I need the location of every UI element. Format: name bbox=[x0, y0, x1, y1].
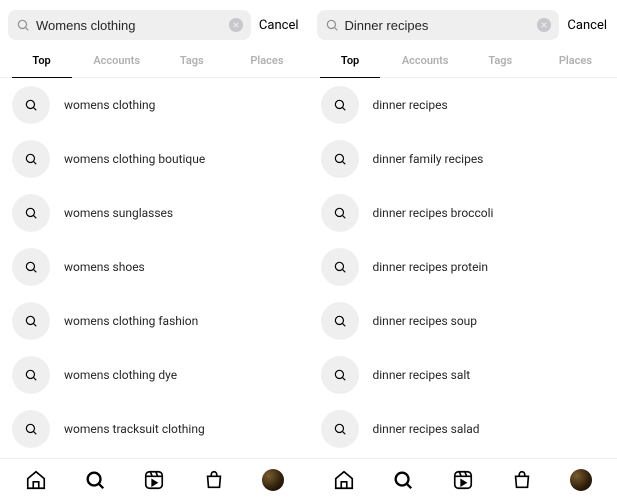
shop-icon bbox=[511, 469, 533, 491]
search-icon bbox=[325, 18, 339, 32]
tab-top[interactable]: Top bbox=[313, 46, 388, 77]
search-icon bbox=[12, 410, 50, 448]
tab-tags[interactable]: Tags bbox=[154, 46, 229, 77]
list-item[interactable]: womens clothing fashion bbox=[0, 294, 309, 348]
nav-search[interactable] bbox=[391, 468, 415, 492]
search-icon bbox=[12, 248, 50, 286]
result-label: womens tracksuit clothing bbox=[64, 422, 205, 436]
cancel-button[interactable]: Cancel bbox=[567, 18, 609, 33]
result-label: dinner recipes bbox=[373, 98, 448, 112]
search-icon bbox=[321, 248, 359, 286]
tab-top[interactable]: Top bbox=[4, 46, 79, 77]
reels-icon bbox=[452, 469, 474, 491]
nav-shop[interactable] bbox=[202, 468, 226, 492]
cancel-button[interactable]: Cancel bbox=[259, 18, 301, 33]
result-label: dinner recipes protein bbox=[373, 260, 489, 274]
search-box[interactable] bbox=[317, 10, 560, 40]
shop-icon bbox=[203, 469, 225, 491]
result-label: dinner recipes salt bbox=[373, 368, 471, 382]
nav-home[interactable] bbox=[332, 468, 356, 492]
list-item[interactable]: dinner recipes salt bbox=[309, 348, 617, 402]
profile-avatar-icon bbox=[262, 469, 284, 491]
profile-avatar-icon bbox=[570, 469, 592, 491]
list-item[interactable]: womens tracksuit clothing bbox=[0, 402, 309, 456]
nav-reels[interactable] bbox=[451, 468, 475, 492]
list-item[interactable]: womens shoes bbox=[0, 240, 309, 294]
list-item[interactable]: dinner recipes salad bbox=[309, 402, 617, 456]
result-label: womens clothing dye bbox=[64, 368, 177, 382]
tab-accounts[interactable]: Accounts bbox=[79, 46, 154, 77]
result-label: dinner recipes salad bbox=[373, 422, 480, 436]
tab-tags[interactable]: Tags bbox=[463, 46, 538, 77]
tab-accounts[interactable]: Accounts bbox=[388, 46, 463, 77]
clear-icon[interactable] bbox=[537, 18, 551, 32]
search-input[interactable] bbox=[345, 18, 532, 33]
result-label: womens shoes bbox=[64, 260, 145, 274]
list-item[interactable]: dinner family recipes bbox=[309, 132, 617, 186]
search-icon bbox=[12, 194, 50, 232]
tab-places[interactable]: Places bbox=[538, 46, 613, 77]
search-icon bbox=[16, 18, 30, 32]
results-list: womens clothing womens clothing boutique… bbox=[0, 78, 309, 458]
list-item[interactable]: womens clothing bbox=[0, 78, 309, 132]
result-label: womens clothing bbox=[64, 98, 155, 112]
nav-profile[interactable] bbox=[261, 468, 285, 492]
result-label: womens sunglasses bbox=[64, 206, 173, 220]
result-label: womens clothing fashion bbox=[64, 314, 198, 328]
bottom-nav bbox=[0, 458, 309, 500]
list-item[interactable]: womens clothing dye bbox=[0, 348, 309, 402]
nav-reels[interactable] bbox=[142, 468, 166, 492]
search-icon bbox=[12, 302, 50, 340]
search-pane-right: Cancel Top Accounts Tags Places dinner r… bbox=[309, 0, 617, 500]
tab-places[interactable]: Places bbox=[229, 46, 304, 77]
search-icon bbox=[12, 86, 50, 124]
search-icon bbox=[12, 356, 50, 394]
tabs: Top Accounts Tags Places bbox=[309, 46, 617, 78]
search-row: Cancel bbox=[0, 0, 309, 46]
search-icon bbox=[321, 140, 359, 178]
result-label: womens clothing boutique bbox=[64, 152, 205, 166]
clear-icon[interactable] bbox=[229, 18, 243, 32]
home-icon bbox=[333, 469, 355, 491]
search-icon bbox=[321, 410, 359, 448]
result-label: dinner recipes soup bbox=[373, 314, 478, 328]
search-pane-left: Cancel Top Accounts Tags Places womens c… bbox=[0, 0, 309, 500]
nav-home[interactable] bbox=[24, 468, 48, 492]
search-icon bbox=[321, 194, 359, 232]
result-label: dinner recipes broccoli bbox=[373, 206, 494, 220]
search-icon bbox=[321, 302, 359, 340]
search-icon bbox=[321, 356, 359, 394]
search-box[interactable] bbox=[8, 10, 251, 40]
search-icon bbox=[84, 469, 106, 491]
nav-profile[interactable] bbox=[569, 468, 593, 492]
results-list: dinner recipes dinner family recipes din… bbox=[309, 78, 617, 458]
list-item[interactable]: dinner recipes protein bbox=[309, 240, 617, 294]
result-label: dinner family recipes bbox=[373, 152, 484, 166]
tabs: Top Accounts Tags Places bbox=[0, 46, 309, 78]
search-icon bbox=[12, 140, 50, 178]
search-icon bbox=[321, 86, 359, 124]
list-item[interactable]: dinner recipes soup bbox=[309, 294, 617, 348]
search-row: Cancel bbox=[309, 0, 617, 46]
nav-search[interactable] bbox=[83, 468, 107, 492]
list-item[interactable]: womens sunglasses bbox=[0, 186, 309, 240]
search-input[interactable] bbox=[36, 18, 223, 33]
nav-shop[interactable] bbox=[510, 468, 534, 492]
list-item[interactable]: dinner recipes broccoli bbox=[309, 186, 617, 240]
home-icon bbox=[25, 469, 47, 491]
list-item[interactable]: womens clothing boutique bbox=[0, 132, 309, 186]
search-icon bbox=[392, 469, 414, 491]
list-item[interactable]: dinner recipes bbox=[309, 78, 617, 132]
reels-icon bbox=[143, 469, 165, 491]
bottom-nav bbox=[309, 458, 617, 500]
